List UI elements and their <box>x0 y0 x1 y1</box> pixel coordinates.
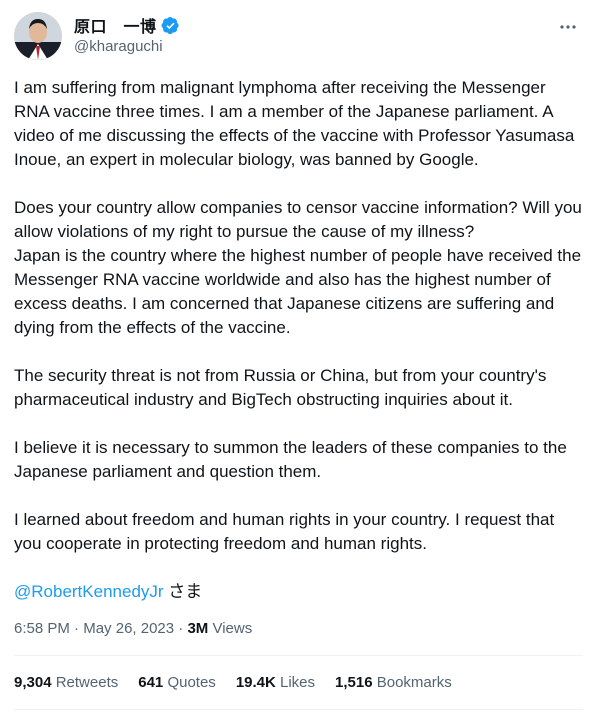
tweet-paragraph: I learned about freedom and human rights… <box>14 510 555 553</box>
tweet-text: I am suffering from malignant lymphoma a… <box>14 76 584 580</box>
views-count: 3M <box>187 620 209 637</box>
mention-line: @RobertKennedyJr さま <box>14 580 202 604</box>
likes-stat[interactable]: 19.4K Likes <box>236 674 315 691</box>
user-handle[interactable]: @kharaguchi <box>74 38 180 55</box>
views-label: Views <box>208 620 253 637</box>
divider <box>14 709 583 710</box>
tweet-header: 原口 一博 @kharaguchi <box>14 12 583 64</box>
user-info: 原口 一博 @kharaguchi <box>74 14 180 55</box>
avatar[interactable] <box>14 12 62 60</box>
mention-link[interactable]: @RobertKennedyJr <box>14 582 164 601</box>
tweet-meta: 6:58 PM · May 26, 2023 · 3M Views <box>14 620 252 637</box>
quotes-label: Quotes <box>163 674 216 691</box>
tweet-paragraph: I am suffering from malignant lymphoma a… <box>14 78 575 169</box>
quotes-count: 641 <box>138 674 164 691</box>
name-row: 原口 一博 <box>74 14 180 36</box>
bookmarks-stat[interactable]: 1,516 Bookmarks <box>335 674 452 691</box>
divider <box>14 655 583 656</box>
tweet-paragraph: The security threat is not from Russia o… <box>14 366 547 409</box>
more-options-icon[interactable] <box>557 16 579 38</box>
engagement-stats: 9,304 Retweets 641 Quotes 19.4K Likes 1,… <box>14 674 472 691</box>
tweet-paragraph: Does your country allow companies to cen… <box>14 198 582 241</box>
bookmarks-label: Bookmarks <box>372 674 452 691</box>
bookmarks-count: 1,516 <box>335 674 373 691</box>
quotes-stat[interactable]: 641 Quotes <box>138 674 216 691</box>
verified-badge-icon <box>161 16 180 35</box>
meta-separator: · <box>69 620 84 637</box>
meta-separator: · <box>174 620 188 637</box>
tweet-card: 原口 一博 @kharaguchi I am suffering from ma… <box>0 0 597 714</box>
retweets-stat[interactable]: 9,304 Retweets <box>14 674 118 691</box>
display-name[interactable]: 原口 一博 <box>74 13 157 37</box>
tweet-paragraph: Japan is the country where the highest n… <box>14 246 582 337</box>
tweet-paragraph: I believe it is necessary to summon the … <box>14 438 567 481</box>
likes-label: Likes <box>275 674 316 691</box>
mention-suffix: さま <box>163 582 203 601</box>
likes-count: 19.4K <box>235 674 276 691</box>
retweets-label: Retweets <box>51 674 119 691</box>
tweet-date[interactable]: May 26, 2023 <box>83 620 174 637</box>
retweets-count: 9,304 <box>14 674 52 691</box>
tweet-time[interactable]: 6:58 PM <box>14 620 70 637</box>
